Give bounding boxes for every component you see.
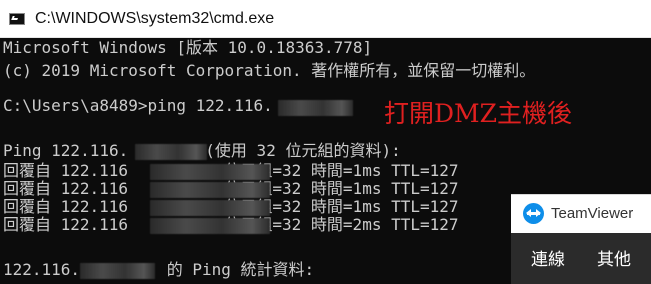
connect-button[interactable]: 連線	[531, 245, 565, 270]
redacted-ip	[150, 218, 270, 234]
console-line: C:\Users\a8489>ping 122.116.	[3, 96, 273, 115]
teamviewer-name: TeamViewer	[551, 205, 634, 222]
console-line: (c) 2019 Microsoft Corporation. 著作權所有，並保…	[3, 61, 536, 80]
redacted-ip	[80, 263, 155, 279]
cmd-icon	[9, 13, 25, 25]
red-annotation: 打開DMZ主機後	[384, 99, 573, 128]
redacted-ip	[150, 182, 270, 198]
console-line: Microsoft Windows [版本 10.0.18363.778]	[3, 38, 373, 57]
console-line: 122.116. 的 Ping 統計資料:	[3, 260, 315, 279]
redacted-ip	[135, 144, 207, 160]
window-title: C:\WINDOWS\system32\cmd.exe	[35, 10, 275, 27]
teamviewer-panel[interactable]: TeamViewer 連線 其他	[511, 194, 651, 284]
redacted-ip	[278, 100, 353, 116]
redacted-ip	[150, 164, 270, 180]
teamviewer-header: TeamViewer	[511, 195, 651, 233]
teamviewer-logo-icon	[523, 203, 544, 224]
title-bar[interactable]: C:\WINDOWS\system32\cmd.exe	[0, 0, 651, 38]
redacted-ip	[150, 200, 270, 216]
other-button[interactable]: 其他	[597, 245, 631, 270]
teamviewer-actions: 連線 其他	[511, 233, 651, 284]
